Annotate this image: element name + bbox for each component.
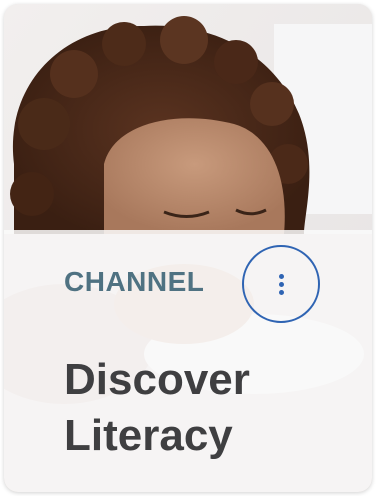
- card-title[interactable]: Discover Literacy: [64, 352, 354, 464]
- more-options-button[interactable]: [242, 245, 320, 323]
- card-title-line-1: Discover: [64, 355, 250, 404]
- content-type-label: CHANNEL: [64, 266, 205, 297]
- content-type-row: CHANNEL: [64, 242, 204, 322]
- more-vertical-icon: [278, 273, 284, 295]
- card-title-line-2: Literacy: [64, 411, 233, 460]
